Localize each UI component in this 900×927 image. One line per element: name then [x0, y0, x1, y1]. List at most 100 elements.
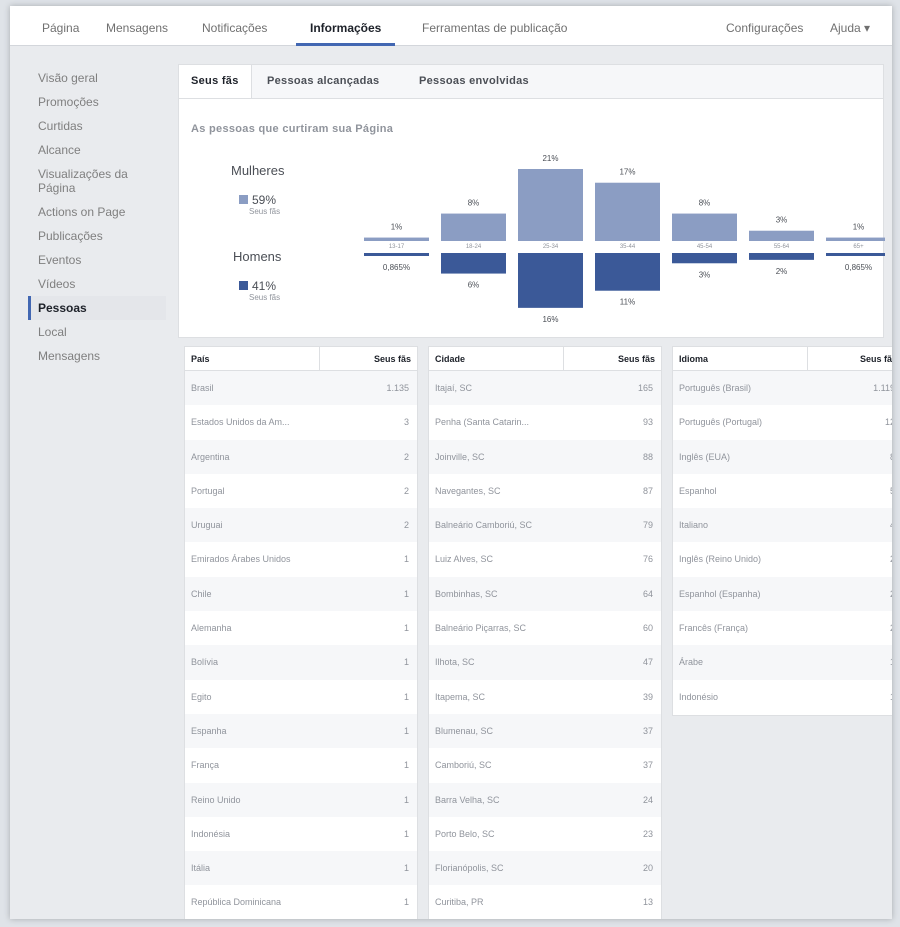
sidebar-item-mensagens[interactable]: Mensagens	[28, 344, 166, 368]
men-bar-35-44[interactable]	[595, 253, 660, 291]
table-row: Estados Unidos da Am... 3	[185, 405, 417, 439]
sidebar-item-promocoes[interactable]: Promoções	[28, 90, 166, 114]
table-row: Italiano 4	[673, 508, 892, 543]
demographics-chart-panel: As pessoas que curtiram sua Página Mulhe…	[178, 98, 885, 338]
nav-mensagens[interactable]: Mensagens	[106, 6, 168, 46]
tab-pessoas-envolvidas[interactable]: Pessoas envolvidas	[419, 65, 529, 99]
table-row: Argentina 2	[185, 439, 417, 474]
row-value: 1	[403, 760, 409, 771]
women-bar-65+[interactable]	[826, 237, 885, 241]
sidebar-item-curtidas[interactable]: Curtidas	[28, 114, 166, 138]
row-name: Joinville, SC	[435, 451, 485, 462]
nav-notificacoes[interactable]: Notificações	[202, 6, 267, 46]
nav-ferramentas-publicacao[interactable]: Ferramentas de publicação	[422, 6, 567, 46]
row-value: 5	[890, 486, 892, 496]
women-bar-45-54[interactable]	[672, 213, 737, 241]
row-name: Itália	[191, 863, 211, 874]
row-value: 1	[403, 623, 409, 634]
row-name: Uruguai	[191, 520, 223, 531]
table-row: Barra Velha, SC 24	[429, 782, 661, 817]
age-label-13-17: 13-17	[389, 244, 405, 250]
row-name: Portugal	[191, 485, 225, 496]
men-bar-45-54[interactable]	[672, 253, 737, 264]
row-value: 12	[884, 417, 892, 428]
table-row: Camboriú, SC 37	[429, 748, 661, 782]
women-label-13-17: 1%	[391, 223, 403, 232]
column-header[interactable]: País	[191, 354, 210, 364]
table-row: Luiz Alves, SC 76	[429, 542, 661, 576]
row-name: Bombinhas, SC	[435, 588, 498, 599]
app-frame: Página Mensagens Notificações Informaçõe…	[10, 6, 892, 919]
women-bar-25-34[interactable]	[518, 169, 583, 241]
men-bar-55-64[interactable]	[749, 253, 814, 260]
table-row: Balneário Camboriú, SC 79	[429, 508, 661, 543]
column-header-fans[interactable]: Seus fãs	[860, 354, 892, 364]
row-value: 1	[403, 657, 409, 668]
table-row: Bombinhas, SC 64	[429, 576, 661, 612]
country-table: País Seus fãs Brasil 1.135 Estados Unidos da…	[184, 346, 418, 919]
table-row: Ilhota, SC 47	[429, 645, 661, 680]
table-row: Alemanha 1	[185, 611, 417, 645]
sidebar-item-pessoas[interactable]: Pessoas	[28, 296, 166, 320]
nav-ajuda[interactable]: Ajuda ▾	[830, 6, 870, 46]
table-row: Chile 1	[185, 576, 417, 612]
women-bar-55-64[interactable]	[749, 230, 814, 241]
table-row: Penha (Santa Catarin... 93	[429, 405, 661, 439]
column-header[interactable]: Cidade	[435, 354, 465, 364]
row-value: 1.135	[386, 383, 409, 393]
tab-pessoas-alcancadas[interactable]: Pessoas alcançadas	[267, 65, 379, 99]
women-bar-35-44[interactable]	[595, 182, 660, 241]
men-bar-65+[interactable]	[826, 253, 885, 256]
sidebar-item-videos[interactable]: Vídeos	[28, 272, 166, 296]
nav-configuracoes[interactable]: Configurações	[726, 6, 803, 46]
row-name: Egito	[191, 691, 212, 702]
men-label-13-17: 0,865%	[383, 263, 410, 272]
nav-informacoes[interactable]: Informações	[296, 6, 396, 46]
row-name: Ilhota, SC	[435, 657, 475, 668]
table-row: França 1	[185, 748, 417, 782]
sidebar-item-actions-on-page[interactable]: Actions on Page	[28, 200, 166, 224]
women-bar-18-24[interactable]	[441, 213, 506, 241]
tab-seus-fas[interactable]: Seus fãs	[179, 65, 252, 99]
row-value: 165	[637, 383, 653, 393]
sidebar-item-visualizacoes[interactable]: Visualizações da Página	[28, 162, 166, 200]
row-value: 1	[403, 828, 409, 839]
age-label-35-44: 35-44	[620, 244, 636, 250]
sidebar-item-visao-geral[interactable]: Visão geral	[28, 66, 166, 90]
men-bar-18-24[interactable]	[441, 253, 506, 274]
column-header[interactable]: Idioma	[679, 354, 708, 364]
men-bar-25-34[interactable]	[518, 253, 583, 308]
table-row: Espanhol 5	[673, 474, 892, 508]
age-gender-chart: 1% 13-17 0,865% 8% 18-24 6% 21% 25-34 16% 17% 35-4…	[364, 154, 885, 324]
table-row: Itália 1	[185, 851, 417, 886]
row-value: 87	[642, 485, 653, 496]
table-row: Joinville, SC 88	[429, 439, 661, 474]
language-table: Idioma Seus fãs Português (Brasil)1.119 Por…	[672, 346, 892, 716]
row-name: Português (Portugal)	[679, 417, 763, 428]
column-header-fans[interactable]: Seus fãs	[374, 354, 411, 364]
sidebar-item-publicacoes[interactable]: Publicações	[28, 224, 166, 248]
table-header: País Seus fãs	[185, 347, 417, 371]
row-value: 1	[403, 863, 409, 874]
nav-pagina[interactable]: Página	[42, 6, 79, 46]
table-row: Português (Brasil) 1.119	[673, 371, 892, 406]
women-bar-13-17[interactable]	[364, 237, 429, 241]
sidebar-item-local[interactable]: Local	[28, 320, 166, 344]
table-row: Navegantes, SC 87	[429, 474, 661, 508]
row-name: Inglês (EUA)	[679, 451, 731, 462]
sidebar-item-eventos[interactable]: Eventos	[28, 248, 166, 272]
sidebar-item-alcance[interactable]: Alcance	[28, 138, 166, 162]
row-value: 47	[642, 657, 653, 668]
row-name: Indonésio	[679, 691, 719, 702]
age-label-25-34: 25-34	[543, 244, 559, 250]
row-name: Árabe	[679, 657, 704, 668]
men-bar-13-17[interactable]	[364, 253, 429, 256]
row-name: Espanha	[191, 725, 227, 736]
table-row: Emirados Árabes Unidos 1	[185, 542, 417, 576]
row-name: Emirados Árabes Unidos	[191, 554, 291, 565]
row-name: Luiz Alves, SC	[435, 554, 494, 565]
column-header-fans[interactable]: Seus fãs	[618, 354, 655, 364]
city-table: Cidade Seus fãs Itajaí, SC 165 Penha (Santa …	[428, 346, 662, 919]
row-name: Barra Velha, SC	[435, 794, 500, 805]
row-value: 13	[642, 897, 653, 908]
